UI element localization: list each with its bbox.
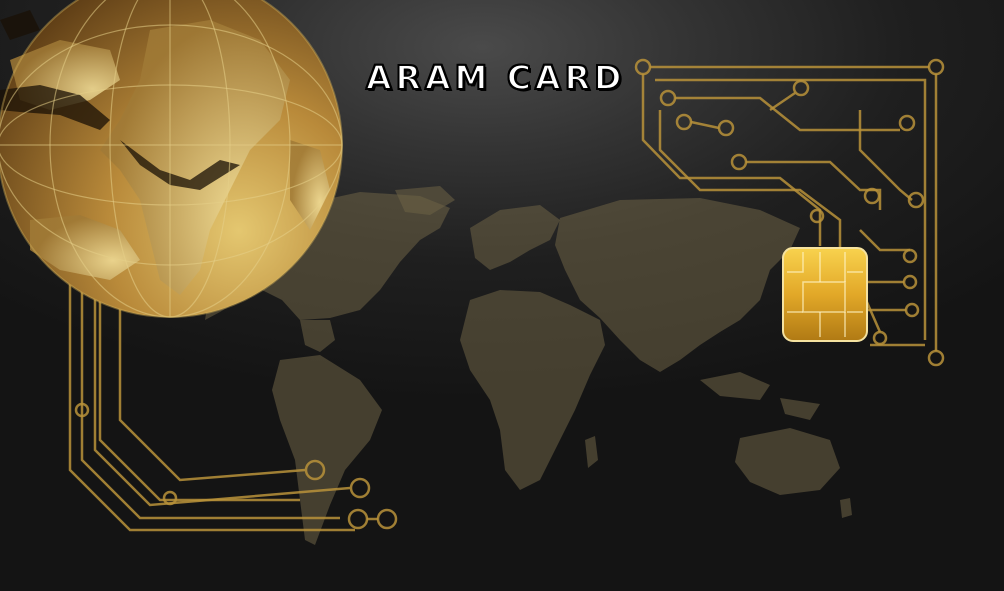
card-title: ARAM CARD <box>365 57 626 98</box>
aram-card: ARAM CARD <box>0 0 1004 591</box>
